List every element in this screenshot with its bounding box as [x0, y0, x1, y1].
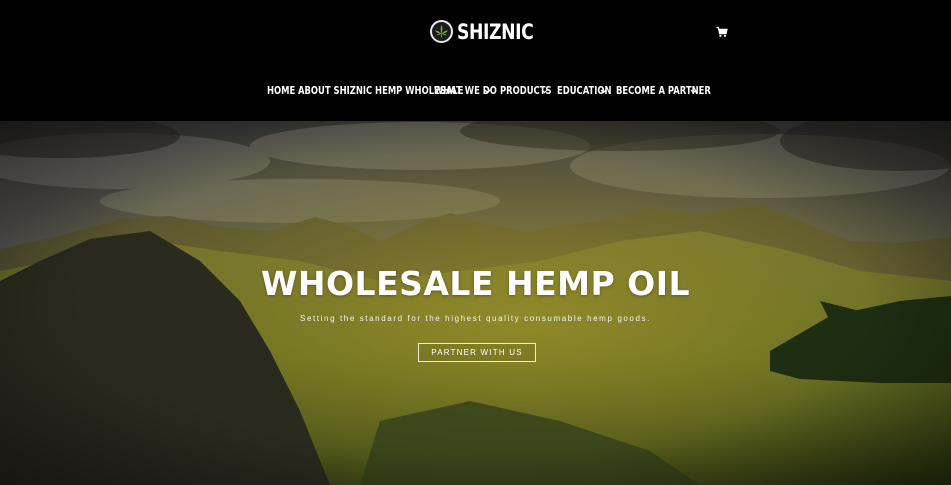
hero-subtitle: Setting the standard for the highest qua…: [300, 314, 651, 323]
main-nav: HOME ABOUT SHIZNIC HEMP WHOLESALE WHAT W…: [267, 84, 711, 98]
nav-item-what-we-do[interactable]: WHAT WE DO: [434, 85, 497, 97]
nav-item-home[interactable]: HOME: [267, 85, 295, 97]
nav-item-products[interactable]: PRODUCTS: [500, 85, 552, 97]
nav-item-label: BECOME A PARTNER: [616, 85, 711, 97]
site-header: SHIZNIC HOME ABOUT SHIZNIC HEMP WHOLESAL…: [0, 0, 951, 121]
nav-item-label: WHAT WE DO: [434, 85, 497, 97]
site-logo[interactable]: SHIZNIC: [430, 18, 550, 45]
partner-with-us-button[interactable]: PARTNER WITH US: [418, 343, 536, 362]
hero-section: WHOLESALE HEMP OIL Setting the standard …: [0, 121, 951, 485]
nav-item-become-a-partner[interactable]: BECOME A PARTNER: [616, 85, 711, 97]
nav-item-label: EDUCATION: [557, 85, 612, 97]
hero-title: WHOLESALE HEMP OIL: [260, 264, 691, 303]
nav-item-label: PRODUCTS: [500, 85, 552, 97]
cart-icon[interactable]: [716, 25, 728, 37]
logo-text: SHIZNIC: [457, 19, 534, 44]
hero-background-image: [0, 121, 951, 485]
nav-item-about[interactable]: ABOUT SHIZNIC HEMP WHOLESALE: [298, 85, 463, 97]
nav-item-education[interactable]: EDUCATION: [557, 85, 612, 97]
cannabis-leaf-icon: [430, 20, 453, 43]
nav-item-label: HOME: [267, 85, 296, 97]
